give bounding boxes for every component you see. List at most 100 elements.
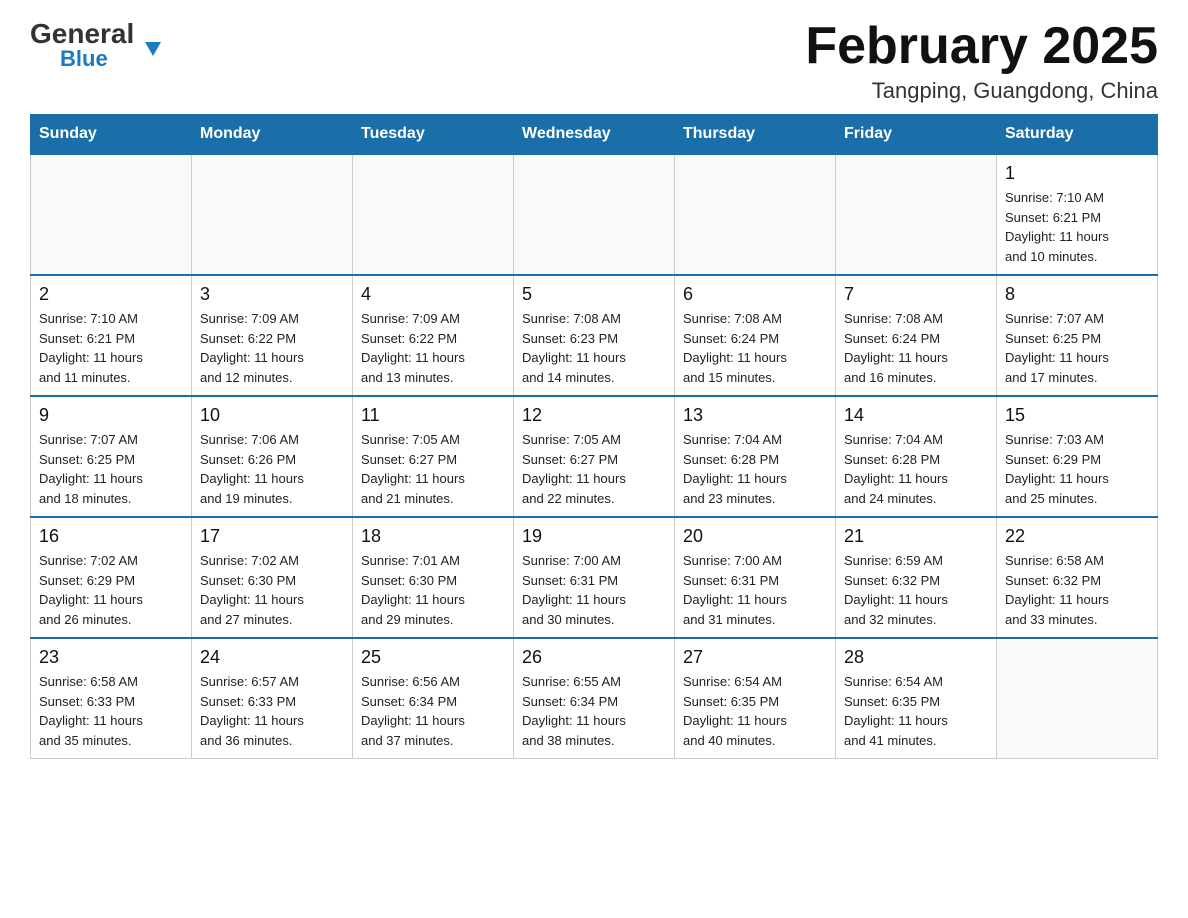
day-number: 16 bbox=[39, 526, 183, 547]
day-number: 6 bbox=[683, 284, 827, 305]
day-number: 1 bbox=[1005, 163, 1149, 184]
header-wednesday: Wednesday bbox=[514, 115, 675, 155]
calendar-header-row: Sunday Monday Tuesday Wednesday Thursday… bbox=[31, 115, 1158, 155]
logo: General Blue bbox=[30, 20, 154, 72]
day-number: 13 bbox=[683, 405, 827, 426]
table-row bbox=[192, 154, 353, 275]
day-number: 21 bbox=[844, 526, 988, 547]
day-info: Sunrise: 6:54 AM Sunset: 6:35 PM Dayligh… bbox=[844, 672, 988, 750]
day-number: 17 bbox=[200, 526, 344, 547]
day-number: 11 bbox=[361, 405, 505, 426]
table-row: 12 Sunrise: 7:05 AM Sunset: 6:27 PM Dayli… bbox=[514, 396, 675, 517]
table-row: 17 Sunrise: 7:02 AM Sunset: 6:30 PM Dayli… bbox=[192, 517, 353, 638]
table-row bbox=[31, 154, 192, 275]
table-row: 10 Sunrise: 7:06 AM Sunset: 6:26 PM Dayli… bbox=[192, 396, 353, 517]
day-number: 9 bbox=[39, 405, 183, 426]
header-monday: Monday bbox=[192, 115, 353, 155]
table-row bbox=[353, 154, 514, 275]
calendar-week-row: 1 Sunrise: 7:10 AM Sunset: 6:21 PM Daylig… bbox=[31, 154, 1158, 275]
day-number: 8 bbox=[1005, 284, 1149, 305]
day-info: Sunrise: 7:10 AM Sunset: 6:21 PM Dayligh… bbox=[1005, 188, 1149, 266]
day-info: Sunrise: 7:09 AM Sunset: 6:22 PM Dayligh… bbox=[200, 309, 344, 387]
table-row: 20Sunrise: 7:00 AM Sunset: 6:31 PM Dayli… bbox=[675, 517, 836, 638]
calendar-table: Sunday Monday Tuesday Wednesday Thursday… bbox=[30, 114, 1158, 759]
table-row: 13 Sunrise: 7:04 AM Sunset: 6:28 PM Dayli… bbox=[675, 396, 836, 517]
day-number: 10 bbox=[200, 405, 344, 426]
header-friday: Friday bbox=[836, 115, 997, 155]
day-info: Sunrise: 7:02 AM Sunset: 6:30 PM Dayligh… bbox=[200, 551, 344, 629]
logo-blue: Blue bbox=[60, 46, 108, 72]
day-info: Sunrise: 6:58 AM Sunset: 6:32 PM Dayligh… bbox=[1005, 551, 1149, 629]
header-thursday: Thursday bbox=[675, 115, 836, 155]
table-row bbox=[836, 154, 997, 275]
day-info: Sunrise: 7:08 AM Sunset: 6:24 PM Dayligh… bbox=[683, 309, 827, 387]
day-info: Sunrise: 6:56 AM Sunset: 6:34 PM Dayligh… bbox=[361, 672, 505, 750]
logo-general: General bbox=[30, 20, 154, 48]
table-row: 21 Sunrise: 6:59 AM Sunset: 6:32 PM Dayli… bbox=[836, 517, 997, 638]
day-info: Sunrise: 6:54 AM Sunset: 6:35 PM Dayligh… bbox=[683, 672, 827, 750]
day-number: 15 bbox=[1005, 405, 1149, 426]
day-number: 28 bbox=[844, 647, 988, 668]
day-info: Sunrise: 7:01 AM Sunset: 6:30 PM Dayligh… bbox=[361, 551, 505, 629]
table-row: 22 Sunrise: 6:58 AM Sunset: 6:32 PM Dayli… bbox=[997, 517, 1158, 638]
day-info: Sunrise: 7:06 AM Sunset: 6:26 PM Dayligh… bbox=[200, 430, 344, 508]
table-row: 14 Sunrise: 7:04 AM Sunset: 6:28 PM Dayli… bbox=[836, 396, 997, 517]
day-number: 27 bbox=[683, 647, 827, 668]
calendar-week-row: 2 Sunrise: 7:10 AM Sunset: 6:21 PM Daylig… bbox=[31, 275, 1158, 396]
table-row: 8 Sunrise: 7:07 AM Sunset: 6:25 PM Daylig… bbox=[997, 275, 1158, 396]
day-info: Sunrise: 7:00 AM Sunset: 6:31 PM Dayligh… bbox=[522, 551, 666, 629]
day-info: Sunrise: 7:10 AM Sunset: 6:21 PM Dayligh… bbox=[39, 309, 183, 387]
table-row: 6 Sunrise: 7:08 AM Sunset: 6:24 PM Daylig… bbox=[675, 275, 836, 396]
day-info: Sunrise: 7:09 AM Sunset: 6:22 PM Dayligh… bbox=[361, 309, 505, 387]
table-row: 3 Sunrise: 7:09 AM Sunset: 6:22 PM Daylig… bbox=[192, 275, 353, 396]
day-number: 3 bbox=[200, 284, 344, 305]
table-row: 25Sunrise: 6:56 AM Sunset: 6:34 PM Dayli… bbox=[353, 638, 514, 759]
day-number: 2 bbox=[39, 284, 183, 305]
day-info: Sunrise: 7:05 AM Sunset: 6:27 PM Dayligh… bbox=[522, 430, 666, 508]
day-number: 4 bbox=[361, 284, 505, 305]
table-row: 15Sunrise: 7:03 AM Sunset: 6:29 PM Dayli… bbox=[997, 396, 1158, 517]
day-info: Sunrise: 6:58 AM Sunset: 6:33 PM Dayligh… bbox=[39, 672, 183, 750]
table-row: 27 Sunrise: 6:54 AM Sunset: 6:35 PM Dayli… bbox=[675, 638, 836, 759]
table-row: 5Sunrise: 7:08 AM Sunset: 6:23 PM Daylig… bbox=[514, 275, 675, 396]
table-row: 26 Sunrise: 6:55 AM Sunset: 6:34 PM Dayli… bbox=[514, 638, 675, 759]
location-subtitle: Tangping, Guangdong, China bbox=[805, 78, 1158, 104]
calendar-week-row: 9 Sunrise: 7:07 AM Sunset: 6:25 PM Daylig… bbox=[31, 396, 1158, 517]
table-row: 4 Sunrise: 7:09 AM Sunset: 6:22 PM Daylig… bbox=[353, 275, 514, 396]
day-info: Sunrise: 7:07 AM Sunset: 6:25 PM Dayligh… bbox=[39, 430, 183, 508]
table-row bbox=[997, 638, 1158, 759]
day-info: Sunrise: 7:04 AM Sunset: 6:28 PM Dayligh… bbox=[844, 430, 988, 508]
day-number: 19 bbox=[522, 526, 666, 547]
day-info: Sunrise: 7:07 AM Sunset: 6:25 PM Dayligh… bbox=[1005, 309, 1149, 387]
day-info: Sunrise: 6:57 AM Sunset: 6:33 PM Dayligh… bbox=[200, 672, 344, 750]
day-info: Sunrise: 7:04 AM Sunset: 6:28 PM Dayligh… bbox=[683, 430, 827, 508]
day-info: Sunrise: 7:08 AM Sunset: 6:24 PM Dayligh… bbox=[844, 309, 988, 387]
table-row: 2 Sunrise: 7:10 AM Sunset: 6:21 PM Daylig… bbox=[31, 275, 192, 396]
table-row: 7Sunrise: 7:08 AM Sunset: 6:24 PM Daylig… bbox=[836, 275, 997, 396]
calendar-week-row: 23 Sunrise: 6:58 AM Sunset: 6:33 PM Dayli… bbox=[31, 638, 1158, 759]
table-row: 23 Sunrise: 6:58 AM Sunset: 6:33 PM Dayli… bbox=[31, 638, 192, 759]
day-number: 24 bbox=[200, 647, 344, 668]
table-row: 24 Sunrise: 6:57 AM Sunset: 6:33 PM Dayli… bbox=[192, 638, 353, 759]
day-number: 12 bbox=[522, 405, 666, 426]
table-row: 1 Sunrise: 7:10 AM Sunset: 6:21 PM Daylig… bbox=[997, 154, 1158, 275]
table-row: 11 Sunrise: 7:05 AM Sunset: 6:27 PM Dayli… bbox=[353, 396, 514, 517]
page-header: General Blue February 2025 Tangping, Gua… bbox=[30, 20, 1158, 104]
day-number: 26 bbox=[522, 647, 666, 668]
table-row: 9 Sunrise: 7:07 AM Sunset: 6:25 PM Daylig… bbox=[31, 396, 192, 517]
table-row: 28 Sunrise: 6:54 AM Sunset: 6:35 PM Dayli… bbox=[836, 638, 997, 759]
day-number: 20 bbox=[683, 526, 827, 547]
table-row: 18Sunrise: 7:01 AM Sunset: 6:30 PM Dayli… bbox=[353, 517, 514, 638]
title-section: February 2025 Tangping, Guangdong, China bbox=[805, 20, 1158, 104]
table-row bbox=[514, 154, 675, 275]
table-row: 19 Sunrise: 7:00 AM Sunset: 6:31 PM Dayli… bbox=[514, 517, 675, 638]
day-number: 14 bbox=[844, 405, 988, 426]
day-info: Sunrise: 6:59 AM Sunset: 6:32 PM Dayligh… bbox=[844, 551, 988, 629]
day-number: 22 bbox=[1005, 526, 1149, 547]
header-saturday: Saturday bbox=[997, 115, 1158, 155]
day-info: Sunrise: 7:02 AM Sunset: 6:29 PM Dayligh… bbox=[39, 551, 183, 629]
table-row bbox=[675, 154, 836, 275]
day-number: 23 bbox=[39, 647, 183, 668]
day-info: Sunrise: 6:55 AM Sunset: 6:34 PM Dayligh… bbox=[522, 672, 666, 750]
day-info: Sunrise: 7:05 AM Sunset: 6:27 PM Dayligh… bbox=[361, 430, 505, 508]
